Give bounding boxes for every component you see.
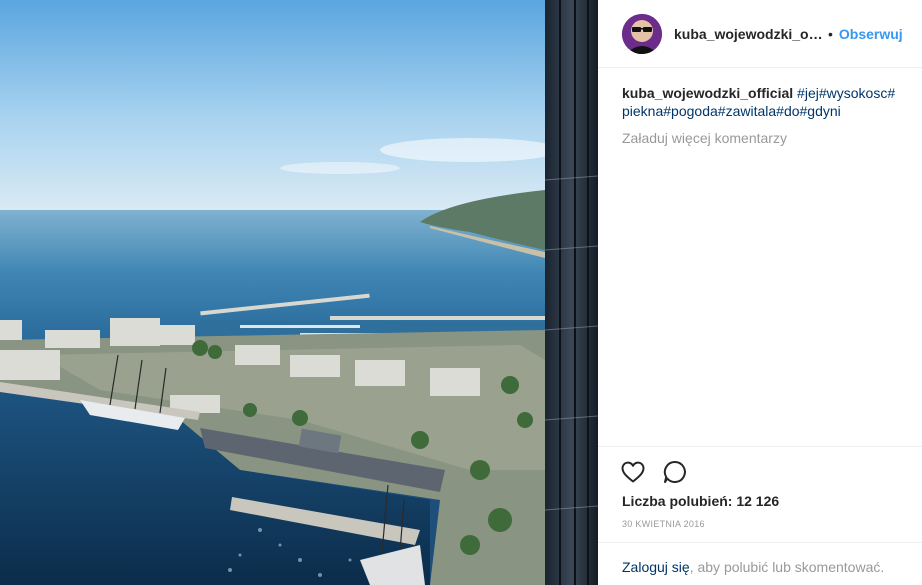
follow-button[interactable]: Obserwuj — [839, 26, 903, 42]
heart-icon[interactable] — [620, 459, 646, 485]
load-more-comments-link[interactable]: Załaduj więcej komentarzy — [622, 129, 902, 147]
hashtag-link[interactable]: #zawitala — [718, 103, 776, 119]
hashtag-link[interactable]: #jej — [797, 85, 819, 101]
login-link[interactable]: Zaloguj się — [622, 559, 690, 575]
hashtag-link[interactable]: #wysokosc — [819, 85, 887, 101]
comments-section: kuba_wojewodzki_official #jej#wysokosc #p… — [622, 84, 902, 147]
avatar-image — [622, 13, 662, 54]
login-prompt: Zaloguj się, aby polubić lub skomentować… — [598, 542, 922, 585]
post-photo[interactable] — [0, 0, 598, 585]
separator-dot: • — [828, 25, 833, 42]
caption: kuba_wojewodzki_official #jej#wysokosc #p… — [622, 84, 902, 120]
username[interactable]: kuba_wojewodzki_offi... — [674, 26, 824, 42]
avatar[interactable] — [622, 13, 662, 54]
hashtag-link[interactable]: #pogoda — [663, 103, 718, 119]
post-date: 30 KWIETNIA 2016 — [622, 519, 705, 529]
likes-count[interactable]: Liczba polubień: 12 126 — [622, 493, 779, 509]
post-header: kuba_wojewodzki_offi... • Obserwuj — [598, 0, 922, 68]
post-actions: Liczba polubień: 12 126 30 KWIETNIA 2016 — [598, 446, 922, 529]
login-prompt-text: , aby polubić lub skomentować. — [689, 559, 885, 575]
hashtag-link[interactable]: #do — [776, 103, 799, 119]
speech-bubble-icon[interactable] — [662, 459, 688, 485]
hashtag-link[interactable]: #gdyni — [800, 103, 841, 119]
harbour-aerial-image — [0, 0, 598, 585]
action-icons — [620, 459, 688, 485]
caption-author[interactable]: kuba_wojewodzki_official — [622, 85, 793, 101]
post-side-panel: kuba_wojewodzki_offi... • Obserwuj kuba_… — [598, 0, 922, 585]
